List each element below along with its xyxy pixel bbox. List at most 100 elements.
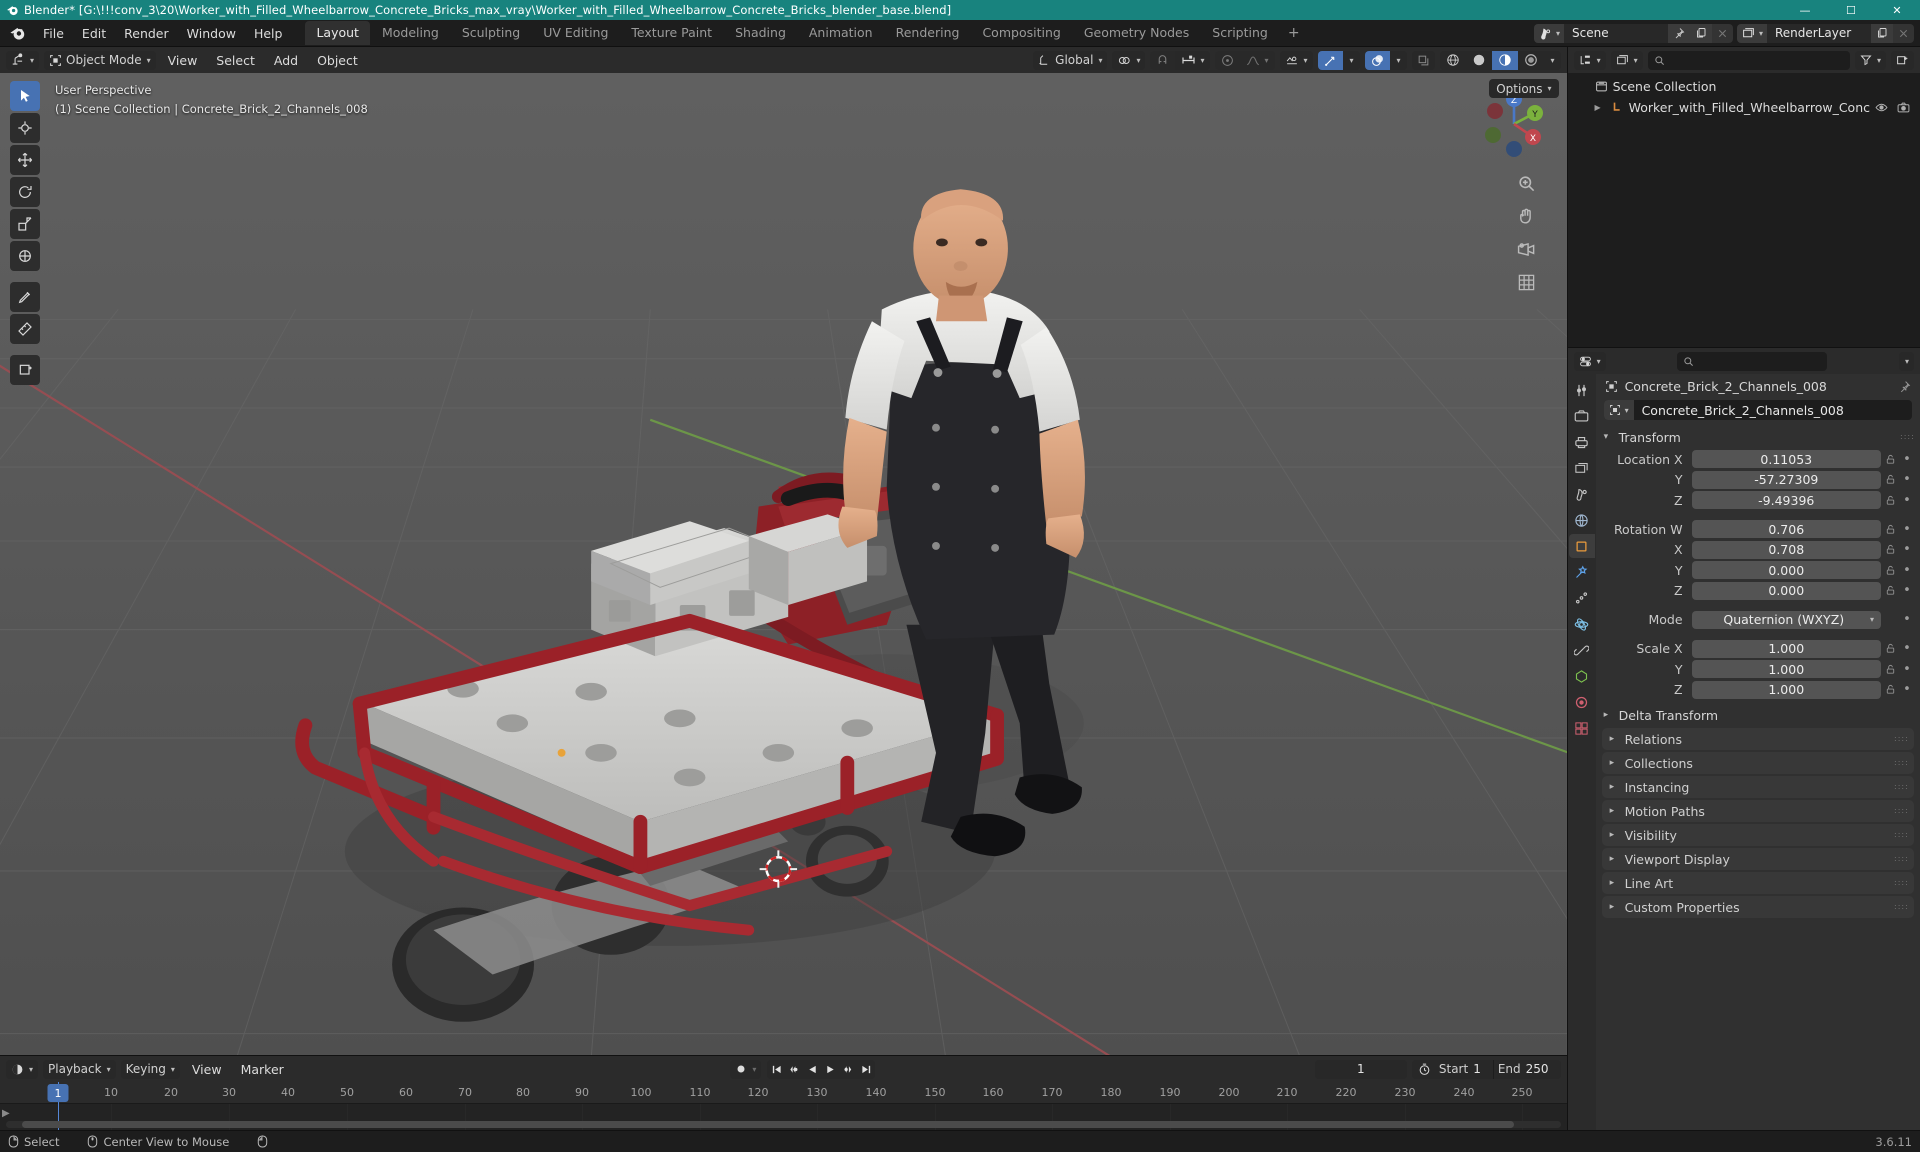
outliner-search-input[interactable] — [1647, 50, 1850, 70]
lock-scale-z-icon[interactable] — [1881, 684, 1900, 695]
tab-animation[interactable]: Animation — [798, 21, 884, 45]
editor-type-button[interactable]: ▾ — [6, 50, 40, 70]
shading-wireframe-button[interactable] — [1439, 50, 1466, 70]
lock-scale-x-icon[interactable] — [1881, 643, 1900, 654]
outliner-tree[interactable]: Scene Collection ▶ Worker_with_Filled_Wh… — [1568, 73, 1920, 347]
animate-location-z-icon[interactable]: • — [1900, 493, 1914, 508]
timeline-channel-expand-icon[interactable]: ▶ — [2, 1108, 10, 1119]
shading-solid-button[interactable] — [1465, 50, 1492, 70]
properties-search-input[interactable] — [1677, 351, 1828, 371]
gizmo-options-dropdown[interactable]: ▾ — [1342, 50, 1360, 70]
rotation-z-value[interactable]: 0.000 — [1691, 581, 1881, 600]
tab-modifier-properties[interactable] — [1569, 560, 1595, 584]
hide-in-viewport-icon[interactable] — [1875, 101, 1888, 114]
rotation-y-value[interactable]: 0.000 — [1691, 561, 1881, 579]
maximize-button[interactable]: ☐ — [1828, 0, 1874, 20]
object-name-value[interactable]: Concrete_Brick_2_Channels_008 — [1634, 403, 1852, 418]
scale-y-row[interactable]: Y 1.000 • — [1596, 660, 1920, 679]
playhead-frame-label[interactable]: 1 — [47, 1084, 69, 1102]
panel-instancing[interactable]: ▸ Instancing :::: — [1601, 776, 1914, 798]
timeline-menu-view[interactable]: View — [185, 1060, 229, 1079]
tab-render-properties[interactable] — [1569, 404, 1595, 428]
outliner-editor-type-button[interactable]: ▾ — [1573, 50, 1606, 70]
viewlayer-selector[interactable]: ▾ RenderLayer — [1736, 23, 1914, 43]
tool-annotate[interactable] — [10, 282, 40, 312]
outliner-row-scene-collection[interactable]: Scene Collection — [1568, 76, 1920, 97]
snap-pivot-dropdown[interactable]: ▾ — [1112, 50, 1146, 70]
animate-rotation-w-icon[interactable]: • — [1900, 522, 1914, 537]
lock-location-y-icon[interactable] — [1881, 474, 1900, 485]
outliner-filter-button[interactable]: ▾ — [1854, 50, 1886, 70]
location-z-row[interactable]: Z -9.49396 • — [1596, 491, 1920, 510]
tab-layout[interactable]: Layout — [305, 21, 370, 45]
tab-scene-properties[interactable] — [1569, 482, 1595, 506]
panel-line-art[interactable]: ▸ Line Art :::: — [1601, 872, 1914, 894]
timeline-menu-keying[interactable]: Keying ▾ — [120, 1059, 180, 1079]
lock-location-x-icon[interactable] — [1881, 454, 1900, 465]
rotation-z-row[interactable]: Z 0.000 • — [1596, 581, 1920, 600]
interaction-mode-dropdown[interactable]: Object Mode ▾ — [44, 50, 156, 70]
panel-collections[interactable]: ▸ Collections :::: — [1601, 752, 1914, 774]
jump-to-end-button[interactable] — [857, 1059, 876, 1079]
viewport-menu-add[interactable]: Add — [267, 51, 305, 70]
animate-scale-y-icon[interactable]: • — [1900, 662, 1914, 677]
pin-scene-icon[interactable] — [1667, 23, 1690, 43]
tab-constraint-properties[interactable] — [1569, 638, 1595, 662]
outliner-expand-arrow-icon[interactable]: ▶ — [1590, 103, 1606, 112]
animate-rotation-y-icon[interactable]: • — [1900, 563, 1914, 578]
tool-move[interactable] — [10, 145, 40, 175]
properties-editor-type-button[interactable]: ▾ — [1573, 351, 1606, 371]
object-name-field[interactable]: ▾ Concrete_Brick_2_Channels_008 — [1603, 400, 1912, 420]
scene-icon[interactable]: ▾ — [1533, 23, 1564, 43]
tab-modeling[interactable]: Modeling — [371, 21, 450, 45]
tab-shading[interactable]: Shading — [724, 21, 797, 45]
viewlayer-name[interactable]: RenderLayer — [1767, 23, 1871, 43]
tab-object-data-properties[interactable] — [1569, 664, 1595, 688]
properties-panel-content[interactable]: Concrete_Brick_2_Channels_008 ▾ Concrete… — [1595, 374, 1920, 1130]
delete-viewlayer-icon[interactable] — [1893, 23, 1914, 43]
timeline-menu-marker[interactable]: Marker — [234, 1060, 291, 1079]
lock-rotation-x-icon[interactable] — [1881, 544, 1900, 555]
viewlayer-icon[interactable]: ▾ — [1736, 23, 1767, 43]
scene-selector[interactable]: ▾ Scene — [1533, 23, 1733, 43]
panel-custom-properties[interactable]: ▸ Custom Properties :::: — [1601, 896, 1914, 918]
shading-material-preview-button[interactable] — [1491, 50, 1518, 70]
shading-options-dropdown[interactable]: ▾ — [1543, 50, 1561, 70]
snap-mode-dropdown[interactable]: ▾ — [1175, 50, 1211, 70]
location-y-value[interactable]: -57.27309 — [1691, 470, 1881, 489]
jump-to-prev-keyframe-button[interactable] — [785, 1059, 804, 1079]
timeline-menu-playback[interactable]: Playback ▾ — [43, 1059, 116, 1079]
auto-keying-toggle[interactable]: ▾ — [730, 1059, 762, 1079]
menu-file[interactable]: File — [34, 23, 73, 44]
tab-scripting[interactable]: Scripting — [1201, 21, 1279, 45]
scale-x-row[interactable]: Scale X 1.000 • — [1596, 639, 1920, 658]
tool-cursor[interactable] — [10, 113, 40, 143]
tab-geometry-nodes[interactable]: Geometry Nodes — [1073, 21, 1200, 45]
frame-end-value[interactable]: 250 — [1526, 1062, 1561, 1076]
use-preview-range-icon[interactable] — [1412, 1063, 1435, 1076]
lock-rotation-z-icon[interactable] — [1881, 585, 1900, 596]
animate-rotation-z-icon[interactable]: • — [1900, 583, 1914, 598]
menu-window[interactable]: Window — [178, 23, 245, 44]
tab-world-properties[interactable] — [1569, 508, 1595, 532]
lock-scale-y-icon[interactable] — [1881, 664, 1900, 675]
tab-rendering[interactable]: Rendering — [885, 21, 971, 45]
tab-uv-editing[interactable]: UV Editing — [532, 21, 619, 45]
rotation-x-row[interactable]: X 0.708 • — [1596, 540, 1920, 559]
scale-y-value[interactable]: 1.000 — [1691, 660, 1881, 678]
pan-hand-icon[interactable] — [1515, 204, 1539, 228]
delta-transform-panel-header[interactable]: ▸ Delta Transform — [1596, 704, 1920, 726]
location-x-value[interactable]: 0.11053 — [1691, 450, 1881, 468]
tab-object-properties[interactable] — [1568, 534, 1595, 558]
jump-to-next-keyframe-button[interactable] — [839, 1059, 858, 1079]
panel-viewport-display[interactable]: ▸ Viewport Display :::: — [1601, 848, 1914, 870]
tool-transform[interactable] — [10, 241, 40, 271]
jump-to-start-button[interactable] — [767, 1059, 786, 1079]
show-overlays-toggle[interactable] — [1364, 50, 1390, 70]
play-reverse-button[interactable] — [803, 1059, 822, 1079]
timeline-editor-type-button[interactable]: ▾ — [6, 1059, 39, 1079]
proportional-falloff-dropdown[interactable]: ▾ — [1240, 50, 1275, 70]
outliner-new-collection-button[interactable] — [1891, 50, 1914, 70]
location-y-row[interactable]: Y -57.27309 • — [1596, 470, 1920, 489]
transform-orientation-dropdown[interactable]: Global ▾ — [1033, 50, 1108, 70]
